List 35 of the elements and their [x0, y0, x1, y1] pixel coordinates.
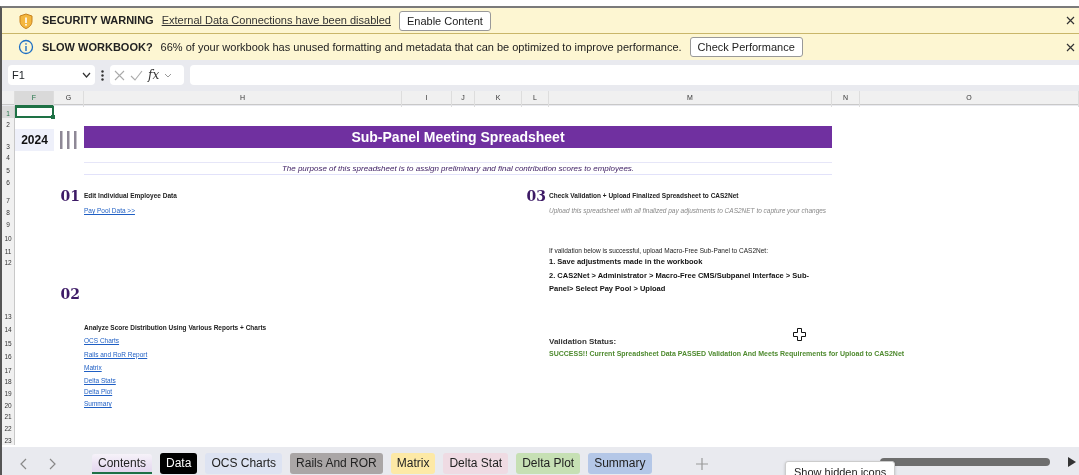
check-performance-button[interactable]: Check Performance: [689, 37, 803, 57]
insert-function-button[interactable]: fx: [148, 66, 160, 84]
notification-title: SLOW WORKBOOK?: [42, 39, 153, 55]
scrollbar-thumb[interactable]: [880, 458, 1050, 466]
cursor-icon: [793, 328, 806, 341]
year-label: 2024: [15, 129, 54, 151]
step-number: 03: [526, 189, 547, 203]
enable-content-button[interactable]: Enable Content: [398, 10, 491, 31]
validation-label: Validation Status:: [549, 336, 618, 348]
stripes-icon: [59, 131, 79, 149]
sheet-tab[interactable]: Matrix: [390, 453, 436, 474]
purpose-text: The purpose of this spreadsheet is to assign preliminary and final contribution scores to employees.: [84, 162, 832, 175]
close-icon[interactable]: [1066, 16, 1075, 25]
sheet-tab[interactable]: OCS Charts: [205, 453, 283, 474]
name-box[interactable]: F1: [8, 65, 95, 85]
scroll-right-icon[interactable]: [1068, 457, 1076, 467]
selected-cell[interactable]: [15, 106, 54, 118]
info-icon: [18, 39, 34, 55]
sheet-tab[interactable]: Summary: [588, 453, 652, 474]
chevron-down-icon[interactable]: [82, 72, 91, 78]
sheet-tab[interactable]: Delta Plot: [516, 453, 581, 474]
notification-link[interactable]: External Data Connections have been disabled: [161, 12, 391, 29]
step-number: 01: [60, 189, 81, 203]
step-number: 02: [60, 287, 81, 301]
close-icon[interactable]: [1066, 42, 1075, 52]
sheet-tab[interactable]: Data: [160, 453, 198, 474]
sheet-tab[interactable]: Contents: [92, 453, 153, 474]
check-icon[interactable]: [130, 69, 143, 81]
more-icon[interactable]: [101, 69, 104, 81]
notification-message: 66% of your workbook has unused formatting and metadata that can be optimized to improve performance.: [160, 39, 682, 55]
notification-title: SECURITY WARNING: [42, 13, 154, 29]
shield-icon: [18, 12, 34, 29]
sheet-tab[interactable]: Delta Stat: [443, 453, 509, 474]
title-banner: Sub-Panel Meeting Spreadsheet: [84, 126, 832, 148]
sheet-tab[interactable]: Rails And ROR: [290, 453, 383, 474]
